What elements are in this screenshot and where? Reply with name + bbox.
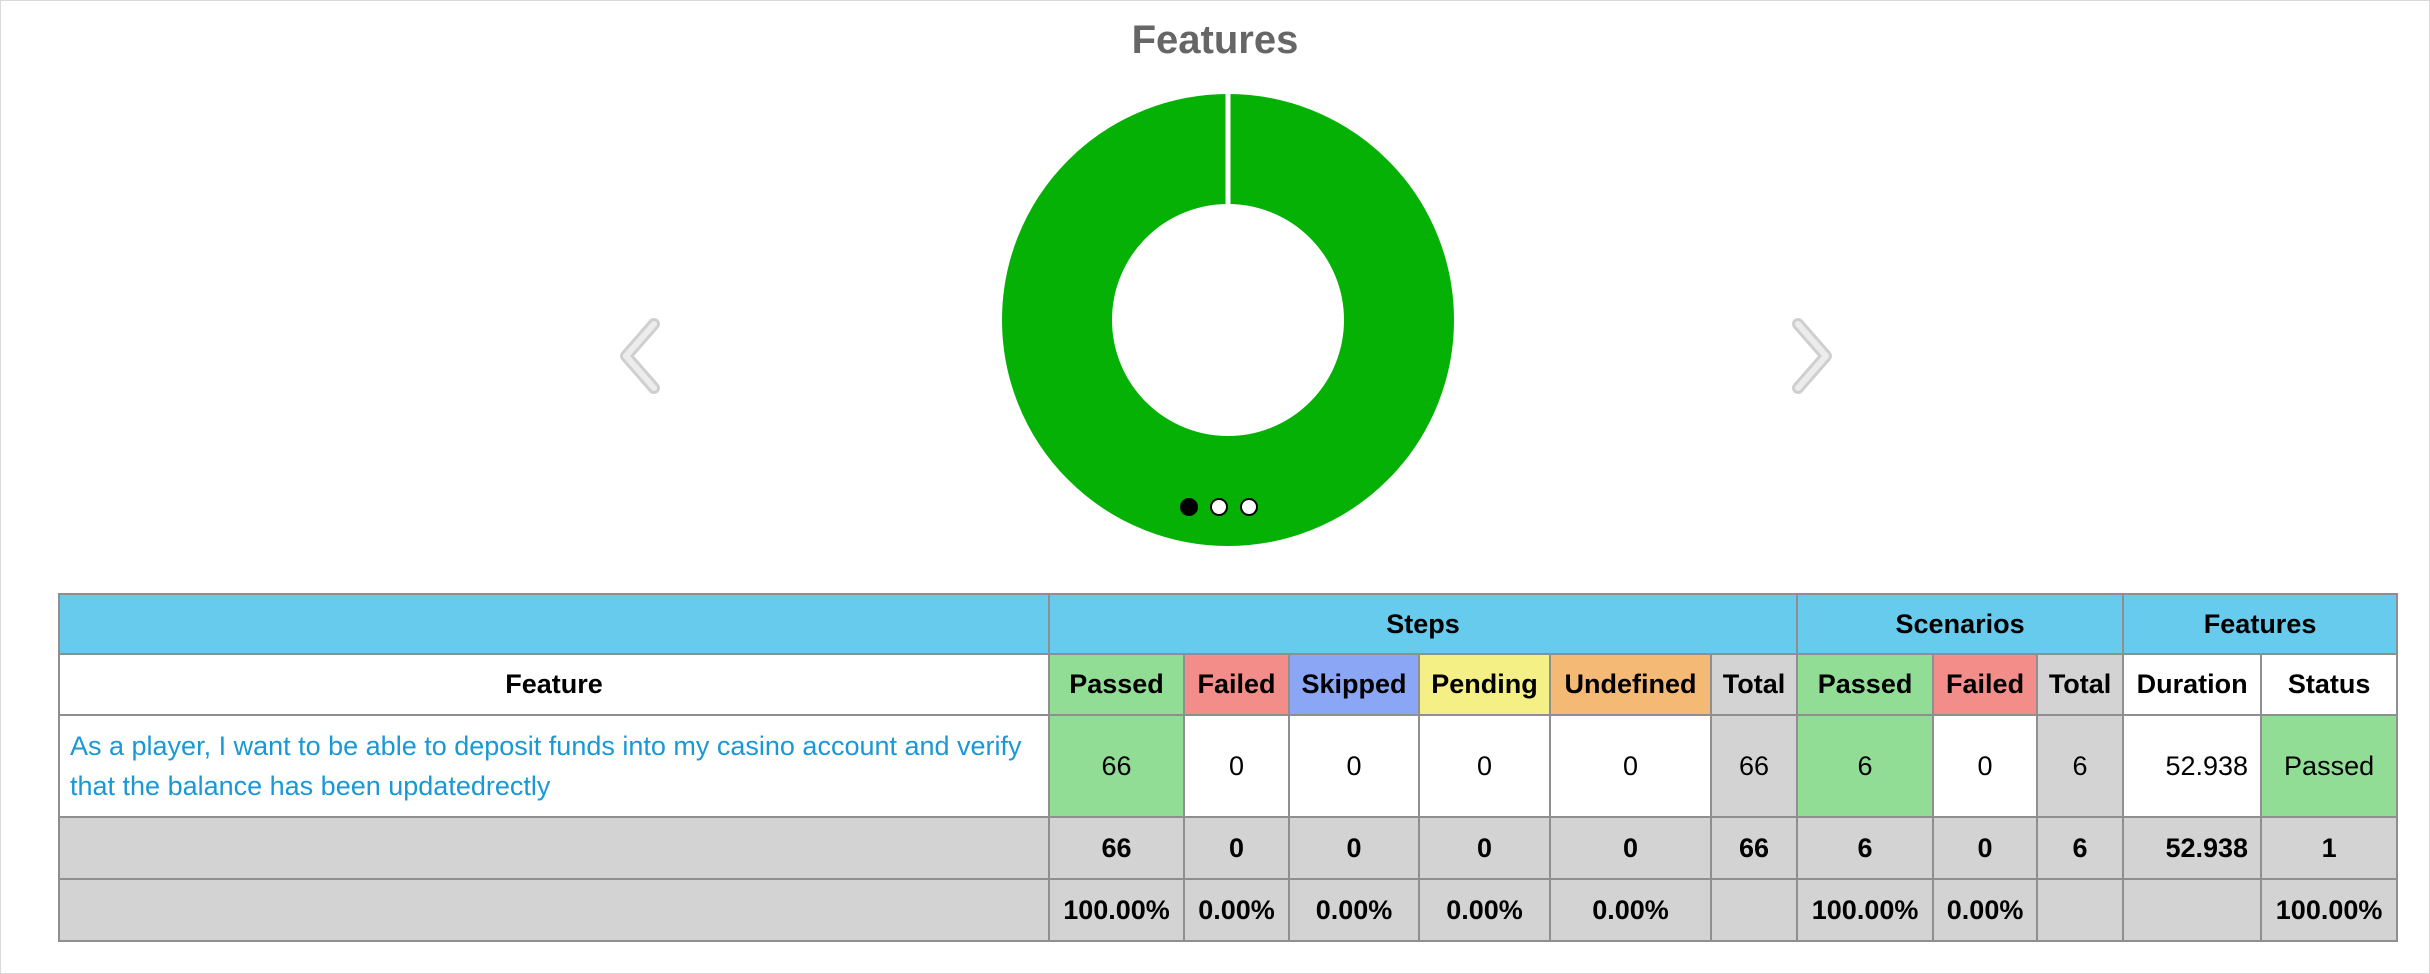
totals-blank	[58, 816, 1050, 880]
pct-steps-passed: 100.00%	[1048, 878, 1185, 942]
total-scenarios-passed: 6	[1796, 816, 1935, 880]
carousel-dot-1[interactable]	[1180, 498, 1198, 516]
feature-link-cell: As a player, I want to be able to deposi…	[58, 714, 1050, 818]
features-donut-chart	[1000, 92, 1456, 548]
carousel-prev-button[interactable]	[612, 316, 672, 396]
pct-scenarios-passed: 100.00%	[1796, 878, 1935, 942]
group-header-row: Steps Scenarios Features	[58, 593, 2399, 655]
cell-steps-skipped: 0	[1288, 714, 1420, 818]
feature-link[interactable]: As a player, I want to be able to deposi…	[70, 731, 1022, 801]
totals-row: 66 0 0 0 0 66 6 0 6 52.938 1	[58, 816, 2399, 880]
cell-steps-passed: 66	[1048, 714, 1185, 818]
total-scenarios-total: 6	[2036, 816, 2125, 880]
column-header-row: Feature Passed Failed Skipped Pending Un…	[58, 653, 2399, 716]
group-header-steps: Steps	[1047, 593, 1799, 655]
group-header-features: Features	[2122, 593, 2399, 655]
total-steps-pending: 0	[1418, 816, 1551, 880]
pct-blank	[58, 878, 1050, 942]
cell-steps-total: 66	[1709, 714, 1799, 818]
chart-title: Features	[1131, 18, 1299, 62]
cell-scenarios-failed: 0	[1932, 714, 2039, 818]
carousel-dot-3[interactable]	[1240, 498, 1258, 516]
group-header-scenarios: Scenarios	[1796, 593, 2125, 655]
feature-stats-table: Steps Scenarios Features Feature Passed …	[58, 593, 2399, 942]
col-header-duration[interactable]: Duration	[2122, 653, 2263, 716]
pct-scenarios-failed: 0.00%	[1932, 878, 2039, 942]
cell-status: Passed	[2260, 714, 2399, 818]
col-header-status[interactable]: Status	[2260, 653, 2399, 716]
total-steps-passed: 66	[1048, 816, 1185, 880]
percentages-row: 100.00% 0.00% 0.00% 0.00% 0.00% 100.00% …	[58, 878, 2399, 942]
pct-duration	[2122, 878, 2263, 942]
col-header-scenarios-failed[interactable]: Failed	[1932, 653, 2039, 716]
total-steps-total: 66	[1709, 816, 1799, 880]
col-header-feature[interactable]: Feature	[58, 653, 1050, 716]
col-header-steps-total[interactable]: Total	[1709, 653, 1799, 716]
col-header-scenarios-passed[interactable]: Passed	[1796, 653, 1935, 716]
total-status: 1	[2260, 816, 2399, 880]
cell-steps-undefined: 0	[1549, 714, 1712, 818]
cell-scenarios-passed: 6	[1796, 714, 1935, 818]
pct-scenarios-total	[2036, 878, 2125, 942]
total-steps-failed: 0	[1183, 816, 1290, 880]
cell-duration: 52.938	[2122, 714, 2263, 818]
cell-scenarios-total: 6	[2036, 714, 2125, 818]
col-header-steps-pending[interactable]: Pending	[1418, 653, 1551, 716]
cell-steps-failed: 0	[1183, 714, 1290, 818]
cell-steps-pending: 0	[1418, 714, 1551, 818]
col-header-scenarios-total[interactable]: Total	[2036, 653, 2125, 716]
col-header-steps-passed[interactable]: Passed	[1048, 653, 1185, 716]
total-duration: 52.938	[2122, 816, 2263, 880]
carousel-next-button[interactable]	[1780, 316, 1840, 396]
pct-steps-total	[1709, 878, 1799, 942]
pct-steps-skipped: 0.00%	[1288, 878, 1420, 942]
carousel-dot-2[interactable]	[1210, 498, 1228, 516]
pct-steps-pending: 0.00%	[1418, 878, 1551, 942]
total-scenarios-failed: 0	[1932, 816, 2039, 880]
total-steps-skipped: 0	[1288, 816, 1420, 880]
table-row: As a player, I want to be able to deposi…	[58, 714, 2399, 818]
col-header-steps-failed[interactable]: Failed	[1183, 653, 1290, 716]
pct-steps-failed: 0.00%	[1183, 878, 1290, 942]
carousel-indicators	[1180, 498, 1258, 516]
group-header-blank	[58, 593, 1050, 655]
total-steps-undefined: 0	[1549, 816, 1712, 880]
chevron-left-icon	[620, 318, 660, 394]
col-header-steps-skipped[interactable]: Skipped	[1288, 653, 1420, 716]
col-header-steps-undefined[interactable]: Undefined	[1549, 653, 1712, 716]
pct-steps-undefined: 0.00%	[1549, 878, 1712, 942]
chevron-right-icon	[1792, 318, 1832, 394]
pct-status: 100.00%	[2260, 878, 2399, 942]
